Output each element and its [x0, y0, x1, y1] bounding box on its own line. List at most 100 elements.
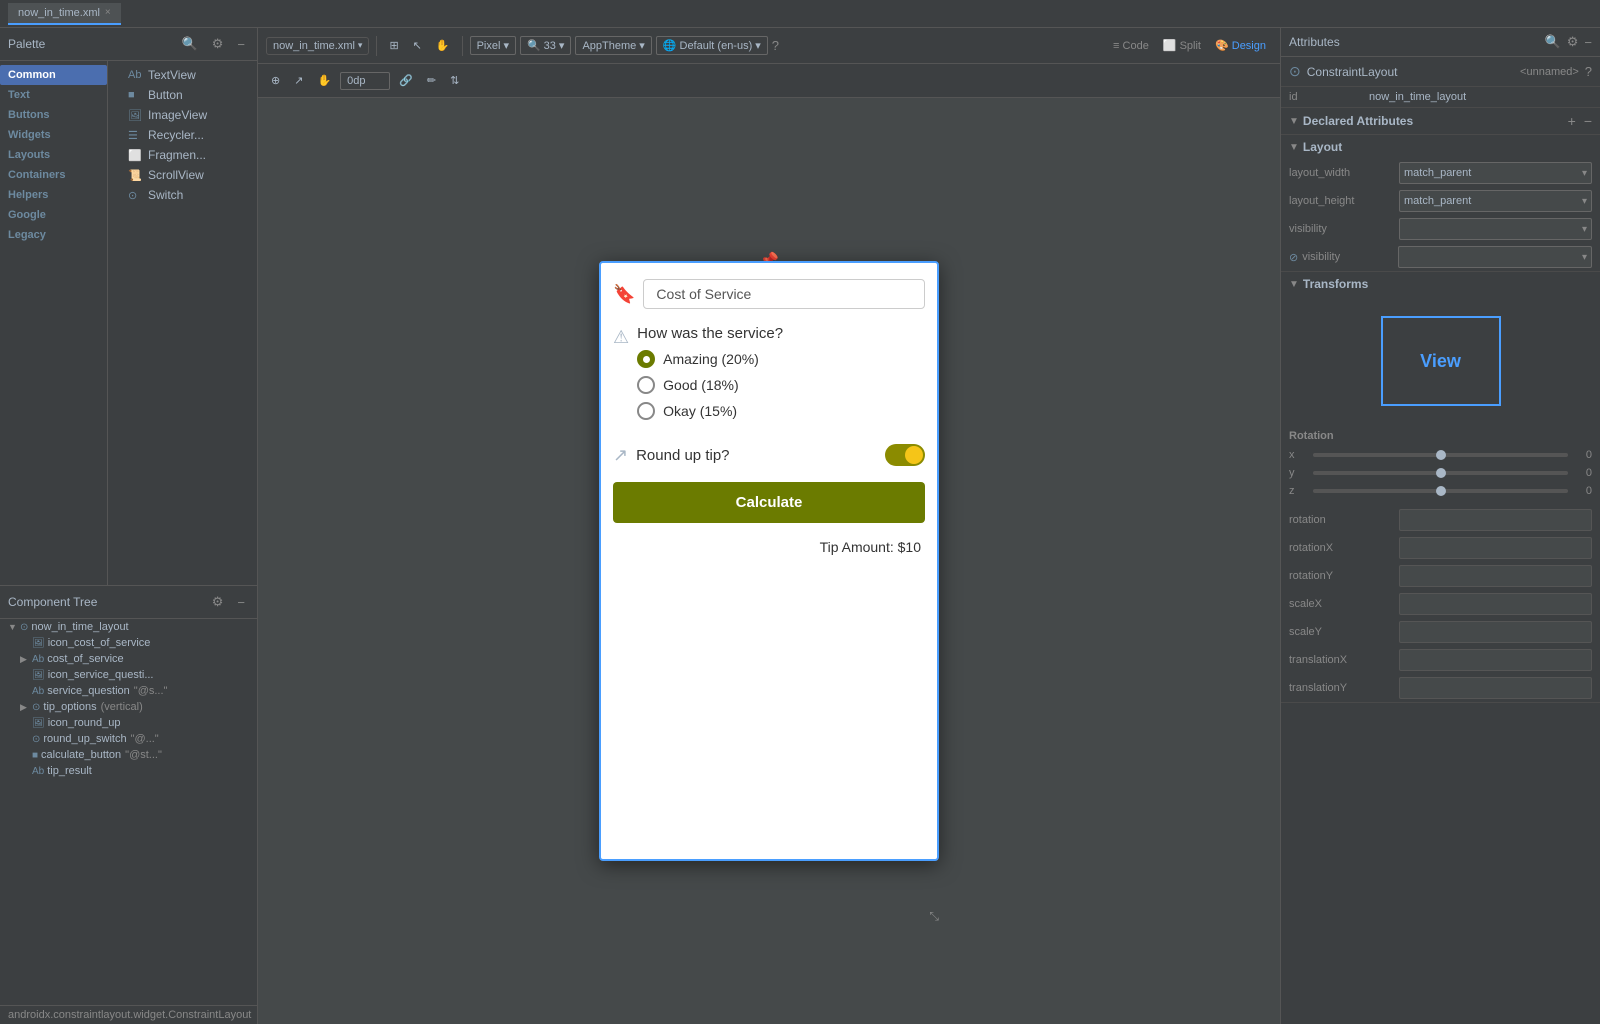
tree-expand-tip-result: [20, 766, 30, 776]
attributes-search-icon[interactable]: 🔍: [1545, 34, 1561, 50]
hand-tool-button[interactable]: ✋: [312, 71, 336, 90]
cursor-button[interactable]: ↖: [408, 36, 427, 55]
palette-search-icon[interactable]: 🔍: [178, 34, 202, 54]
palette-settings-icon[interactable]: ⚙: [208, 34, 228, 54]
palette-category-helpers[interactable]: Helpers: [0, 185, 107, 205]
palette-category-layouts[interactable]: Layouts: [0, 145, 107, 165]
radio-okay-circle[interactable]: [637, 402, 655, 420]
palette-category-common[interactable]: Common: [0, 65, 107, 85]
palette-category-text[interactable]: Text: [0, 85, 107, 105]
pixel-selector[interactable]: Pixel ▾: [470, 36, 516, 55]
palette-category-buttons[interactable]: Buttons: [0, 105, 107, 125]
declared-remove-icon[interactable]: −: [1584, 113, 1592, 129]
tab-close-icon[interactable]: ×: [105, 7, 111, 18]
split-mode-button[interactable]: ⬜ Split: [1157, 36, 1207, 55]
locale-selector[interactable]: 🌐 Default (en-us) ▾: [656, 36, 768, 55]
radio-amazing[interactable]: Amazing (20%): [637, 350, 925, 368]
rotation-z-slider[interactable]: [1313, 489, 1568, 493]
tree-item-icon-cost[interactable]: 🖼 icon_cost_of_service: [0, 635, 257, 651]
link-tool-button[interactable]: 🔗: [394, 71, 418, 90]
help-icon[interactable]: ?: [772, 38, 779, 53]
file-tab[interactable]: now_in_time.xml ×: [8, 3, 121, 25]
offset-selector[interactable]: 0dp: [340, 72, 390, 90]
attributes-minimize-icon[interactable]: −: [1584, 35, 1592, 50]
layout-section-header[interactable]: ▼ Layout: [1281, 135, 1600, 159]
code-mode-button[interactable]: ≡ Code: [1107, 36, 1155, 55]
rotationY-field-input[interactable]: [1399, 565, 1592, 587]
rotation-x-slider[interactable]: [1313, 453, 1568, 457]
scaleX-field-input[interactable]: [1399, 593, 1592, 615]
palette-item-button[interactable]: ■ Button: [108, 85, 257, 105]
tree-expand-root[interactable]: ▼: [8, 622, 18, 632]
palette-item-fragment[interactable]: ⬜ Fragmen...: [108, 145, 257, 165]
attributes-settings-icon[interactable]: ⚙: [1567, 34, 1579, 50]
tree-root-icon: ⊙: [20, 622, 28, 633]
tree-item-tip-options[interactable]: ▶ ⊙ tip_options (vertical): [0, 699, 257, 715]
zoom-selector[interactable]: 🔍 33 ▾: [520, 36, 571, 55]
id-label: id: [1289, 91, 1369, 103]
palette-category-containers[interactable]: Containers: [0, 165, 107, 185]
translationY-field-input[interactable]: [1399, 677, 1592, 699]
radio-good-circle[interactable]: [637, 376, 655, 394]
palette-item-imageview[interactable]: 🖼 ImageView: [108, 105, 257, 125]
tree-item-icon-service[interactable]: 🖼 icon_service_questi...: [0, 667, 257, 683]
file-selector[interactable]: now_in_time.xml ▾: [266, 37, 369, 55]
layout-height-select[interactable]: match_parent ▾: [1399, 190, 1592, 212]
component-tree-settings-icon[interactable]: ⚙: [208, 592, 228, 612]
pencil-tool-button[interactable]: ✏: [422, 71, 441, 90]
component-tree-minimize-icon[interactable]: −: [233, 593, 249, 612]
tree-expand-cost-service[interactable]: ▶: [20, 654, 30, 665]
palette-item-recyclerview[interactable]: ☰ Recycler...: [108, 125, 257, 145]
rotation-y-slider[interactable]: [1313, 471, 1568, 475]
tree-item-round-up-switch[interactable]: ⊙ round_up_switch "@...": [0, 731, 257, 747]
orient-button[interactable]: ⊞: [384, 36, 403, 55]
transforms-section-header[interactable]: ▼ Transforms: [1281, 272, 1600, 296]
palette-category-legacy[interactable]: Legacy: [0, 225, 107, 245]
translationY-field-label: translationY: [1289, 682, 1399, 694]
rotation-y-thumb: [1436, 468, 1446, 478]
pan-button[interactable]: ✋: [431, 36, 455, 55]
select-tool-button[interactable]: ↗: [289, 71, 308, 90]
tree-expand-tip-options[interactable]: ▶: [20, 702, 30, 713]
palette-category-google[interactable]: Google: [0, 205, 107, 225]
rotation-field-input[interactable]: [1399, 509, 1592, 531]
visibility-select-1[interactable]: ▾: [1399, 218, 1592, 240]
center-area: now_in_time.xml ▾ ⊞ ↖ ✋ Pixel ▾ 🔍 33 ▾ A…: [258, 28, 1280, 1024]
tree-item-icon-round-up[interactable]: 🖼 icon_round_up: [0, 715, 257, 731]
palette-item-scrollview[interactable]: 📜 ScrollView: [108, 165, 257, 185]
tree-item-tip-result[interactable]: Ab tip_result: [0, 763, 257, 779]
tree-item-service-question[interactable]: Ab service_question "@s...": [0, 683, 257, 699]
locale-icon: 🌐: [663, 39, 677, 52]
widget-help-icon[interactable]: ?: [1585, 64, 1592, 79]
component-tree-header: Component Tree ⚙ −: [0, 586, 257, 619]
palette-item-switch[interactable]: ⊙ Switch: [108, 185, 257, 205]
rotationX-field-input[interactable]: [1399, 537, 1592, 559]
tree-item-layout-root[interactable]: ▼ ⊙ now_in_time_layout: [0, 619, 257, 635]
layout-width-select[interactable]: match_parent ▾: [1399, 162, 1592, 184]
tree-item-cost-service[interactable]: ▶ Ab cost_of_service: [0, 651, 257, 667]
attributes-panel: Attributes 🔍 ⚙ − ⊙ ConstraintLayout <unn…: [1280, 28, 1600, 1024]
calculate-button[interactable]: Calculate: [613, 482, 925, 523]
rotation-z-row: z 0: [1281, 482, 1600, 500]
radio-okay[interactable]: Okay (15%): [637, 402, 925, 420]
palette-item-button-label: Button: [148, 88, 183, 102]
translationX-field-input[interactable]: [1399, 649, 1592, 671]
radio-amazing-circle[interactable]: [637, 350, 655, 368]
theme-selector[interactable]: AppTheme ▾: [575, 36, 651, 55]
visibility-label-1: visibility: [1289, 223, 1399, 235]
design-mode-button[interactable]: 🎨 Design: [1209, 36, 1272, 55]
declared-add-icon[interactable]: +: [1568, 113, 1576, 129]
scaleY-field-input[interactable]: [1399, 621, 1592, 643]
zoom-in-button[interactable]: ⊕: [266, 71, 285, 90]
format-tool-button[interactable]: ⇅: [445, 71, 464, 90]
palette-category-widgets[interactable]: Widgets: [0, 125, 107, 145]
declared-attributes-header[interactable]: ▼ Declared Attributes + −: [1281, 108, 1600, 134]
palette-item-textview[interactable]: Ab TextView: [108, 65, 257, 85]
round-up-toggle[interactable]: [885, 444, 925, 466]
radio-good[interactable]: Good (18%): [637, 376, 925, 394]
palette-minimize-icon[interactable]: −: [233, 35, 249, 54]
tree-item-calculate-button[interactable]: ■ calculate_button "@st...": [0, 747, 257, 763]
visibility-select-2[interactable]: ▾: [1398, 246, 1592, 268]
cost-of-service-input[interactable]: [643, 279, 925, 309]
pixel-chevron: ▾: [503, 39, 509, 52]
